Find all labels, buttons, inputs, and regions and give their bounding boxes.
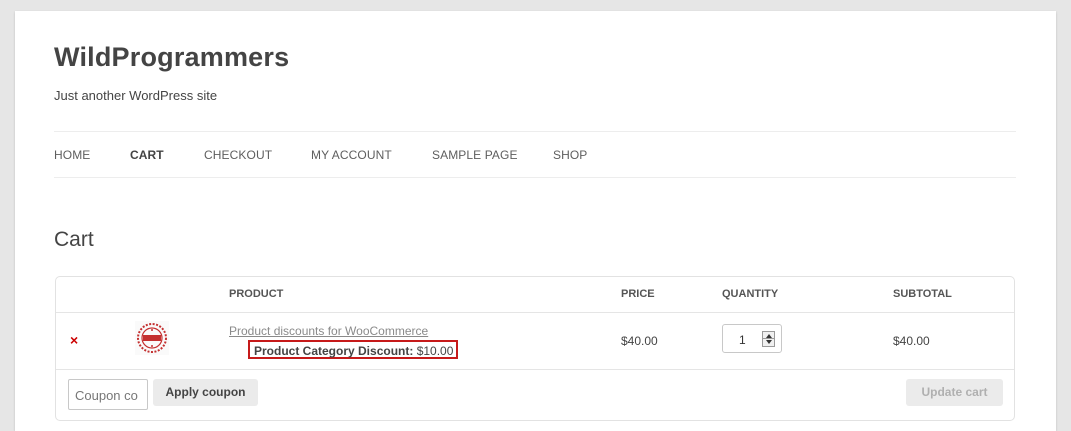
- quantity-spin-buttons[interactable]: [762, 331, 775, 347]
- site-tagline: Just another WordPress site: [54, 88, 218, 103]
- item-price: $40.00: [621, 334, 658, 348]
- column-header-price: PRICE: [621, 288, 655, 300]
- update-cart-button[interactable]: Update cart: [906, 379, 1003, 406]
- product-name-link[interactable]: Product discounts for WooCommerce: [229, 324, 428, 338]
- discount-value: $10.00: [416, 344, 454, 358]
- header-divider: [56, 312, 1014, 313]
- nav-item-cart[interactable]: CART: [130, 148, 164, 162]
- page-container: WildProgrammers Just another WordPress s…: [15, 11, 1056, 431]
- product-discount-note: Product Category Discount: $10.00: [248, 340, 458, 359]
- nav-item-sample-page[interactable]: SAMPLE PAGE: [432, 148, 518, 162]
- column-header-subtotal: SUBTOTAL: [893, 288, 952, 300]
- nav-item-home[interactable]: HOME: [54, 148, 90, 162]
- coupon-placeholder: Coupon co: [75, 388, 138, 403]
- row-divider: [56, 369, 1014, 370]
- remove-item-icon[interactable]: ×: [70, 332, 78, 348]
- main-navigation: HOME CART CHECKOUT MY ACCOUNT SAMPLE PAG…: [54, 131, 1016, 178]
- discount-label: Product Category Discount:: [254, 344, 414, 358]
- spin-divider: [763, 338, 774, 339]
- decrement-icon[interactable]: [766, 340, 772, 344]
- nav-item-shop[interactable]: SHOP: [553, 148, 587, 162]
- coupon-code-input[interactable]: Coupon co: [68, 379, 148, 410]
- stamp-badge-icon[interactable]: [135, 321, 169, 355]
- item-subtotal: $40.00: [893, 334, 930, 348]
- page-title: Cart: [54, 228, 94, 251]
- site-title[interactable]: WildProgrammers: [54, 42, 289, 73]
- quantity-value[interactable]: 1: [739, 333, 746, 347]
- nav-item-checkout[interactable]: CHECKOUT: [204, 148, 272, 162]
- quantity-stepper[interactable]: 1: [722, 324, 782, 353]
- apply-coupon-button[interactable]: Apply coupon: [153, 379, 258, 406]
- column-header-product: PRODUCT: [229, 288, 284, 300]
- cart-table: PRODUCT PRICE QUANTITY SUBTOTAL × Produc…: [55, 276, 1015, 421]
- column-header-quantity: QUANTITY: [722, 288, 779, 300]
- nav-item-my-account[interactable]: MY ACCOUNT: [311, 148, 392, 162]
